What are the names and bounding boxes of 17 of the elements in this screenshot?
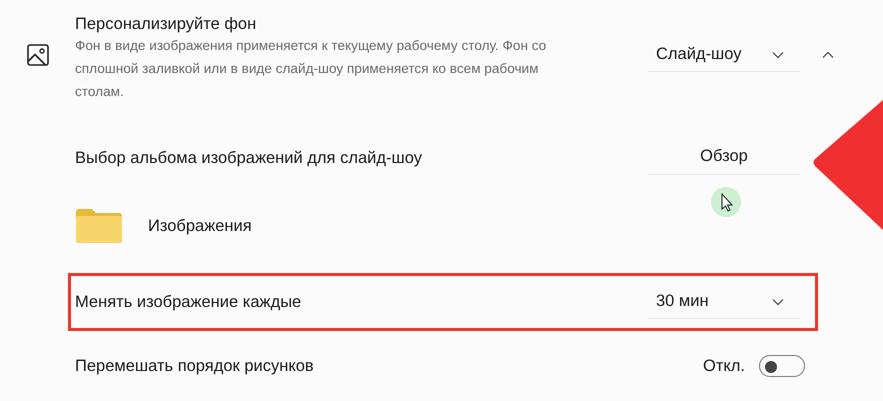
chevron-down-icon (772, 50, 784, 58)
dropdown[interactable]: Слайд-шоу (648, 38, 800, 72)
chevron-down-icon (772, 298, 784, 306)
folder-icon (76, 209, 122, 243)
browse-button[interactable]: Обзор (648, 139, 800, 175)
setting-label: Выбор альбома изображений для слайд-шоу (75, 148, 422, 168)
image-icon (27, 44, 49, 66)
setting-title: Персонализируйте фон (75, 15, 258, 34)
dropdown[interactable]: 30 мин (648, 285, 800, 319)
toggle-state-label: Откл. (702, 356, 745, 376)
cursor-icon (711, 187, 741, 217)
toggle-switch[interactable] (759, 355, 805, 377)
setting-label: Перемешать порядок рисунков (75, 356, 314, 376)
folder-name[interactable]: Изображения (148, 216, 252, 236)
setting-label: Менять изображение каждые (75, 292, 302, 312)
setting-description: Фон в виде изображения применяется к текущему рабочему столу. Фон со сплошной заливкой или в виде слайд-шоу применяется ко всем рабочим столам. (75, 37, 548, 101)
chevron-up-icon[interactable] (822, 51, 834, 59)
